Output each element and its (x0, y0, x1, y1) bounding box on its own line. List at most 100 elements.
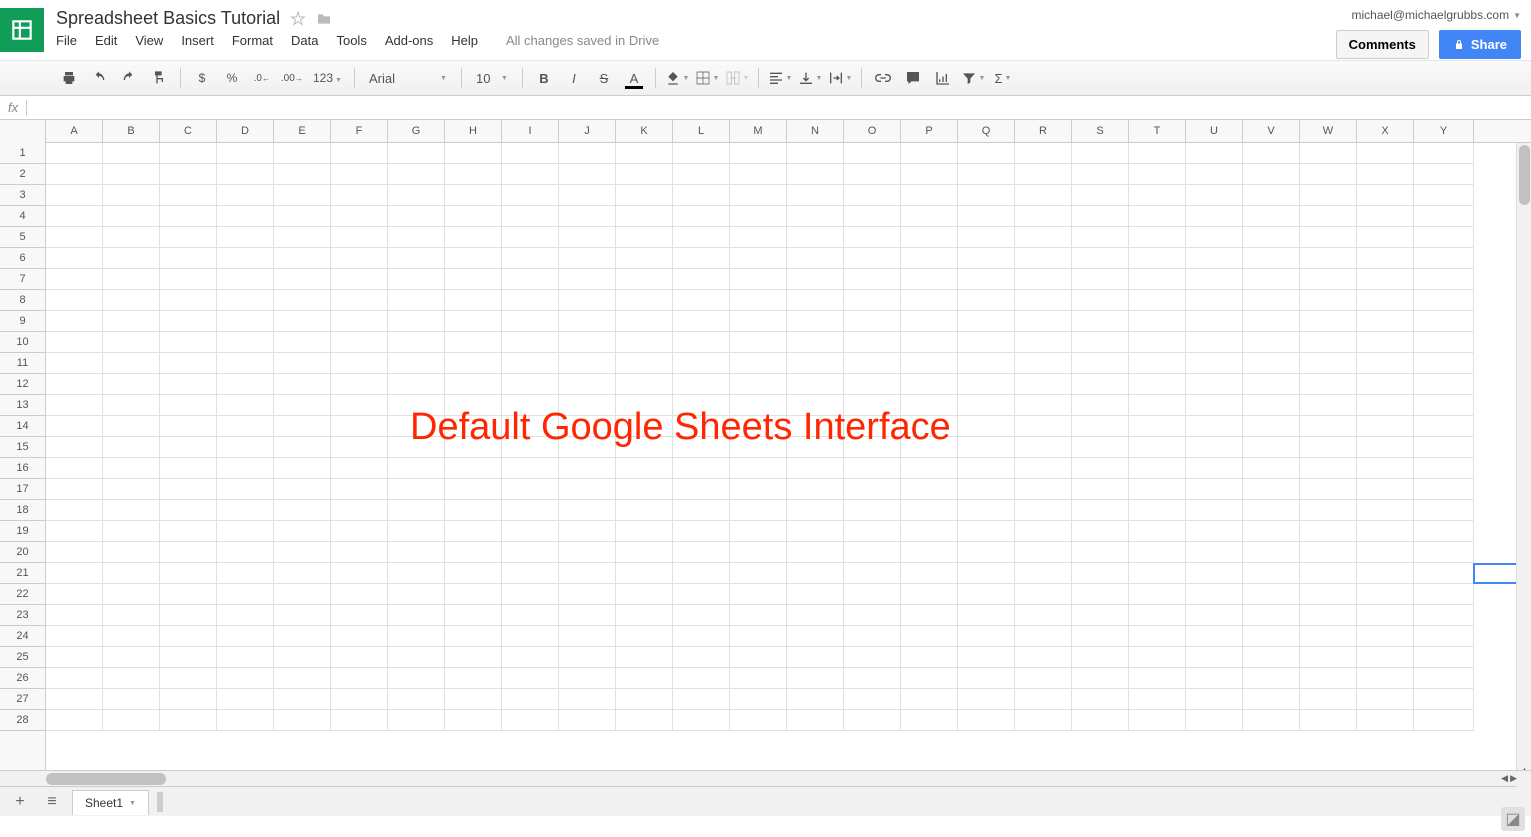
cell-G25[interactable] (388, 647, 445, 668)
cell-K27[interactable] (616, 689, 673, 710)
cell-Q1[interactable] (958, 143, 1015, 164)
cell-O10[interactable] (844, 332, 901, 353)
cell-G3[interactable] (388, 185, 445, 206)
cell-I26[interactable] (502, 668, 559, 689)
cell-N17[interactable] (787, 479, 844, 500)
cell-N4[interactable] (787, 206, 844, 227)
cell-O27[interactable] (844, 689, 901, 710)
cell-I3[interactable] (502, 185, 559, 206)
cell-W25[interactable] (1300, 647, 1357, 668)
cell-Y7[interactable] (1414, 269, 1474, 290)
cell-R22[interactable] (1015, 584, 1072, 605)
cell-C23[interactable] (160, 605, 217, 626)
cell-F28[interactable] (331, 710, 388, 731)
row-header-28[interactable]: 28 (0, 710, 45, 731)
cell-Q3[interactable] (958, 185, 1015, 206)
cell-S6[interactable] (1072, 248, 1129, 269)
cell-B8[interactable] (103, 290, 160, 311)
cell-O7[interactable] (844, 269, 901, 290)
cell-H21[interactable] (445, 563, 502, 584)
cell-R14[interactable] (1015, 416, 1072, 437)
cell-L4[interactable] (673, 206, 730, 227)
cell-I23[interactable] (502, 605, 559, 626)
cell-R4[interactable] (1015, 206, 1072, 227)
cell-T8[interactable] (1129, 290, 1186, 311)
cell-Q14[interactable] (958, 416, 1015, 437)
functions-icon[interactable]: Σ (990, 65, 1016, 91)
cell-G7[interactable] (388, 269, 445, 290)
column-header-A[interactable]: A (46, 120, 103, 142)
row-header-15[interactable]: 15 (0, 437, 45, 458)
cell-S24[interactable] (1072, 626, 1129, 647)
column-header-F[interactable]: F (331, 120, 388, 142)
cell-Y25[interactable] (1414, 647, 1474, 668)
cell-Y19[interactable] (1414, 521, 1474, 542)
cell-M16[interactable] (730, 458, 787, 479)
cell-I20[interactable] (502, 542, 559, 563)
cell-X23[interactable] (1357, 605, 1414, 626)
cell-V23[interactable] (1243, 605, 1300, 626)
cell-U10[interactable] (1186, 332, 1243, 353)
cell-S9[interactable] (1072, 311, 1129, 332)
comments-button[interactable]: Comments (1336, 30, 1429, 59)
cell-W19[interactable] (1300, 521, 1357, 542)
cell-B13[interactable] (103, 395, 160, 416)
cell-D4[interactable] (217, 206, 274, 227)
cell-O18[interactable] (844, 500, 901, 521)
cell-F24[interactable] (331, 626, 388, 647)
cell-K5[interactable] (616, 227, 673, 248)
cell-A15[interactable] (46, 437, 103, 458)
cell-Q15[interactable] (958, 437, 1015, 458)
cell-V2[interactable] (1243, 164, 1300, 185)
cell-D5[interactable] (217, 227, 274, 248)
cell-C19[interactable] (160, 521, 217, 542)
cell-K13[interactable] (616, 395, 673, 416)
cell-F14[interactable] (331, 416, 388, 437)
cell-M11[interactable] (730, 353, 787, 374)
cell-I24[interactable] (502, 626, 559, 647)
cell-V10[interactable] (1243, 332, 1300, 353)
cell-W6[interactable] (1300, 248, 1357, 269)
cell-T6[interactable] (1129, 248, 1186, 269)
bold-icon[interactable]: B (531, 65, 557, 91)
cell-C12[interactable] (160, 374, 217, 395)
cell-H15[interactable] (445, 437, 502, 458)
cell-P23[interactable] (901, 605, 958, 626)
cell-T26[interactable] (1129, 668, 1186, 689)
cell-K15[interactable] (616, 437, 673, 458)
cell-D28[interactable] (217, 710, 274, 731)
cell-Q11[interactable] (958, 353, 1015, 374)
cell-W22[interactable] (1300, 584, 1357, 605)
cell-J3[interactable] (559, 185, 616, 206)
cell-Q13[interactable] (958, 395, 1015, 416)
cell-Q26[interactable] (958, 668, 1015, 689)
column-header-R[interactable]: R (1015, 120, 1072, 142)
cell-W13[interactable] (1300, 395, 1357, 416)
cell-R9[interactable] (1015, 311, 1072, 332)
cell-J8[interactable] (559, 290, 616, 311)
cell-K18[interactable] (616, 500, 673, 521)
cell-A22[interactable] (46, 584, 103, 605)
cell-X17[interactable] (1357, 479, 1414, 500)
cell-I16[interactable] (502, 458, 559, 479)
cell-I13[interactable] (502, 395, 559, 416)
cell-W10[interactable] (1300, 332, 1357, 353)
cell-G9[interactable] (388, 311, 445, 332)
cell-S17[interactable] (1072, 479, 1129, 500)
cell-Y8[interactable] (1414, 290, 1474, 311)
cell-N5[interactable] (787, 227, 844, 248)
cell-L3[interactable] (673, 185, 730, 206)
cell-F27[interactable] (331, 689, 388, 710)
print-icon[interactable] (56, 65, 82, 91)
cell-B23[interactable] (103, 605, 160, 626)
cell-S4[interactable] (1072, 206, 1129, 227)
cell-N3[interactable] (787, 185, 844, 206)
cell-V5[interactable] (1243, 227, 1300, 248)
cell-L22[interactable] (673, 584, 730, 605)
cell-W9[interactable] (1300, 311, 1357, 332)
cell-X6[interactable] (1357, 248, 1414, 269)
cell-E27[interactable] (274, 689, 331, 710)
cell-T16[interactable] (1129, 458, 1186, 479)
cell-H20[interactable] (445, 542, 502, 563)
column-header-E[interactable]: E (274, 120, 331, 142)
